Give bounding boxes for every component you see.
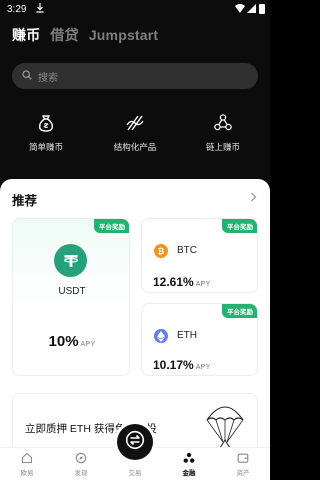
product-card-btc[interactable]: 平台奖励 ₿ BTC 12.61% APY: [141, 218, 258, 293]
status-time: 3:29: [7, 4, 27, 15]
quick-label: 链上赚币: [205, 142, 240, 152]
quick-actions: 简单赚币 结构化产品 链上赚币: [0, 112, 270, 156]
tab-jumpstart[interactable]: Jumpstart: [89, 27, 158, 43]
header-area: 3:29 赚币 借贷 Jumpstart 搜索 简单赚币 结构化产品 链上赚币: [0, 0, 270, 186]
bitcoin-icon: ₿: [154, 244, 168, 258]
section-title: 推荐: [12, 194, 38, 208]
reward-badge: 平台奖励: [222, 304, 257, 318]
nav-assets[interactable]: 资产: [216, 451, 270, 477]
coin-name: BTC: [177, 245, 197, 256]
chevron-right-icon[interactable]: [250, 191, 257, 205]
quick-structured[interactable]: 结构化产品: [95, 112, 175, 153]
nav-discover[interactable]: 发现: [54, 451, 108, 477]
battery-icon: [259, 4, 265, 14]
finance-icon: [162, 451, 216, 464]
tab-loan[interactable]: 借贷: [50, 25, 78, 45]
money-bag-icon: [6, 112, 86, 134]
status-bar: 3:29: [0, 0, 270, 20]
nav-home[interactable]: 欧易: [0, 451, 54, 477]
apy-display: 12.61% APY: [153, 273, 211, 291]
apy-label: APY: [195, 364, 211, 371]
tab-earn[interactable]: 赚币: [12, 25, 40, 45]
apy-value: 10%: [48, 333, 79, 350]
apy-label: APY: [195, 281, 211, 288]
home-icon: [0, 451, 54, 464]
tether-icon: [54, 244, 87, 277]
search-placeholder: 搜索: [38, 72, 58, 84]
nav-label: 金融: [182, 470, 196, 477]
signal-icon: [247, 4, 256, 16]
ethereum-icon: [154, 329, 168, 343]
reward-badge: 平台奖励: [94, 219, 129, 233]
wallet-icon: [216, 451, 270, 464]
quick-label: 简单赚币: [28, 142, 63, 152]
nav-finance[interactable]: 金融: [162, 451, 216, 477]
coin-name: ETH: [177, 330, 197, 341]
parachute-airdrop-icon: [205, 400, 245, 447]
search-icon: [22, 67, 32, 85]
onchain-nodes-icon: [183, 112, 263, 134]
discover-icon: [54, 451, 108, 464]
apy-value: 12.61%: [153, 275, 194, 289]
product-card-eth[interactable]: 平台奖励 ETH 10.17% APY: [141, 303, 258, 376]
structured-product-icon: [95, 112, 175, 134]
quick-simple-earn[interactable]: 简单赚币: [6, 112, 86, 153]
nav-label: 发现: [74, 470, 88, 477]
search-input[interactable]: 搜索: [12, 63, 258, 89]
nav-label: 欧易: [20, 470, 34, 477]
apy-label: APY: [80, 341, 96, 348]
trade-swap-button[interactable]: [117, 424, 153, 460]
wifi-icon: [235, 4, 245, 16]
product-card-usdt[interactable]: 平台奖励 USDT 10% APY: [12, 218, 130, 376]
download-icon: [36, 3, 44, 16]
quick-label: 结构化产品: [113, 142, 157, 152]
recommend-sheet: 推荐 平台奖励 USDT 10% APY 平台奖励 ₿ BTC 12.61% APY…: [0, 179, 270, 447]
reward-badge: 平台奖励: [222, 219, 257, 233]
apy-value: 10.17%: [153, 358, 194, 372]
nav-label: 交易: [128, 470, 142, 477]
coin-name: USDT: [58, 286, 86, 297]
apy-display: 10.17% APY: [153, 356, 211, 374]
quick-onchain-earn[interactable]: 链上赚币: [183, 112, 263, 153]
top-tabs: 赚币 借贷 Jumpstart: [12, 24, 158, 46]
trade-swap-icon: [125, 430, 145, 455]
apy-display: 10% APY: [13, 333, 129, 351]
nav-label: 资产: [236, 470, 250, 477]
